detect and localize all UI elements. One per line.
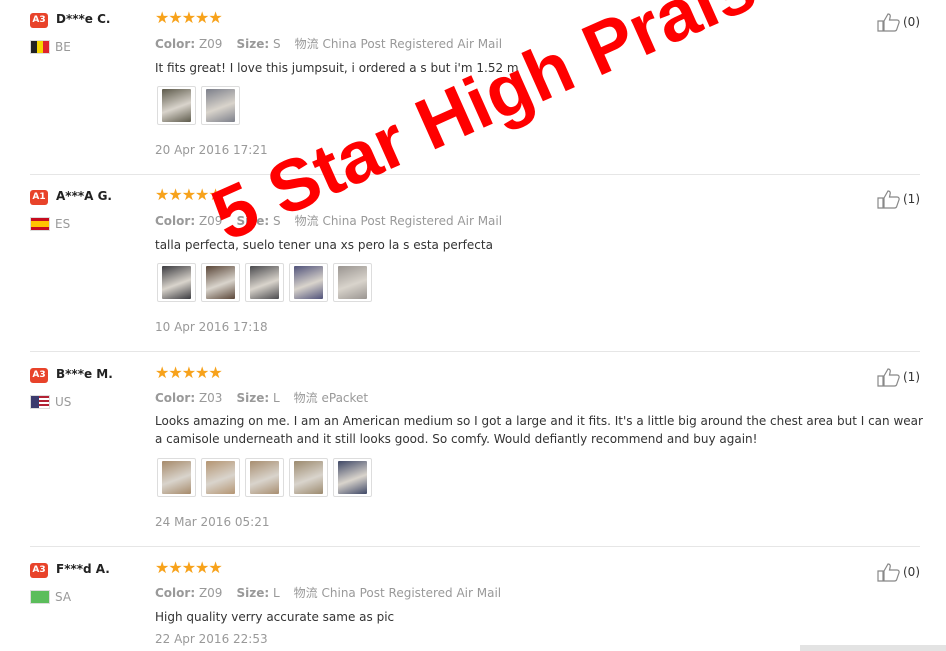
photo-image: [206, 89, 235, 122]
photo-image: [250, 266, 279, 299]
photo-list: [157, 86, 240, 125]
like-button[interactable]: (0): [877, 12, 920, 32]
review-photo-thumbnail[interactable]: [201, 86, 240, 125]
photo-image: [338, 461, 367, 494]
buyer-name: B***e M.: [56, 367, 113, 381]
review-date: 10 Apr 2016 17:18: [155, 320, 268, 334]
color-value: Z09: [198, 214, 223, 228]
review-photo-thumbnail[interactable]: [333, 263, 372, 302]
review-text: It fits great! I love this jumpsuit, i o…: [155, 61, 519, 75]
color-label: Color:: [155, 214, 196, 228]
thumbs-up-icon: [877, 368, 900, 387]
thumbs-up-icon: [877, 563, 900, 582]
order-info: Color: Z09 Size: L 物流 China Post Registere…: [155, 584, 501, 601]
review-text: Looks amazing on me. I am an American me…: [155, 414, 923, 446]
size-value: L: [272, 586, 280, 600]
review-photo-thumbnail[interactable]: [289, 263, 328, 302]
shipping-label: 物流: [293, 586, 318, 600]
buyer-name: A***A G.: [56, 189, 112, 203]
order-info: Color: Z03 Size: L 物流 ePacket: [155, 389, 368, 406]
review-text: High quality verry accurate same as pic: [155, 610, 395, 624]
photo-image: [250, 461, 279, 494]
shipping-label: 物流: [294, 214, 319, 228]
size-label: Size:: [236, 391, 270, 405]
size-label: Size:: [236, 214, 270, 228]
star-rating: ★★★★★: [155, 10, 223, 27]
color-value: Z03: [198, 391, 223, 405]
thumbs-up-icon: [877, 190, 900, 209]
like-count: (0): [903, 565, 920, 579]
buyer-level-badge: A3: [30, 563, 48, 578]
buyer-country: US: [55, 395, 72, 409]
like-button[interactable]: (1): [877, 189, 920, 209]
review-photo-thumbnail[interactable]: [245, 458, 284, 497]
size-label: Size:: [236, 37, 270, 51]
review-date: 24 Mar 2016 05:21: [155, 515, 270, 529]
size-value: S: [272, 214, 281, 228]
shipping-value: China Post Registered Air Mail: [322, 37, 503, 51]
star-rating: ★★★★★: [155, 187, 223, 204]
review-photo-thumbnail[interactable]: [157, 86, 196, 125]
review-photo-thumbnail[interactable]: [245, 263, 284, 302]
scrollbar[interactable]: [800, 645, 946, 651]
thumbs-up-icon: [877, 13, 900, 32]
color-label: Color:: [155, 37, 196, 51]
like-count: (1): [903, 370, 920, 384]
like-count: (0): [903, 15, 920, 29]
color-value: Z09: [198, 586, 223, 600]
review-date: 20 Apr 2016 17:21: [155, 143, 268, 157]
size-value: L: [272, 391, 280, 405]
photo-list: [157, 458, 372, 497]
photo-image: [294, 461, 323, 494]
photo-image: [162, 461, 191, 494]
photo-list: [157, 263, 372, 302]
sa-flag-icon: [30, 590, 50, 604]
review-date: 22 Apr 2016 22:53: [155, 632, 268, 646]
review-divider: [30, 351, 920, 352]
review-photo-thumbnail[interactable]: [157, 263, 196, 302]
review-text: talla perfecta, suelo tener una xs pero …: [155, 238, 493, 252]
buyer-country: BE: [55, 40, 71, 54]
buyer-level-badge: A3: [30, 13, 48, 28]
buyer-level-badge: A1: [30, 190, 48, 205]
review-photo-thumbnail[interactable]: [157, 458, 196, 497]
color-value: Z09: [198, 37, 223, 51]
like-count: (1): [903, 192, 920, 206]
order-info: Color: Z09 Size: S 物流 China Post Registere…: [155, 212, 502, 229]
like-button[interactable]: (1): [877, 367, 920, 387]
color-label: Color:: [155, 586, 196, 600]
photo-image: [338, 266, 367, 299]
be-flag-icon: [30, 40, 50, 54]
photo-image: [162, 89, 191, 122]
review-photo-thumbnail[interactable]: [289, 458, 328, 497]
shipping-label: 物流: [293, 391, 318, 405]
photo-image: [294, 266, 323, 299]
color-label: Color:: [155, 391, 196, 405]
review-divider: [30, 174, 920, 175]
shipping-value: ePacket: [321, 391, 369, 405]
review-photo-thumbnail[interactable]: [201, 263, 240, 302]
size-label: Size:: [236, 586, 270, 600]
review-divider: [30, 546, 920, 547]
es-flag-icon: [30, 217, 50, 231]
star-rating: ★★★★★: [155, 560, 223, 577]
review-photo-thumbnail[interactable]: [201, 458, 240, 497]
us-flag-icon: [30, 395, 50, 409]
size-value: S: [272, 37, 281, 51]
buyer-level-badge: A3: [30, 368, 48, 383]
shipping-value: China Post Registered Air Mail: [322, 214, 503, 228]
star-rating: ★★★★★: [155, 365, 223, 382]
buyer-country: ES: [55, 217, 71, 231]
buyer-country: SA: [55, 590, 72, 604]
photo-image: [162, 266, 191, 299]
photo-image: [206, 461, 235, 494]
order-info: Color: Z09 Size: S 物流 China Post Registere…: [155, 35, 502, 52]
review-photo-thumbnail[interactable]: [333, 458, 372, 497]
shipping-value: China Post Registered Air Mail: [321, 586, 502, 600]
buyer-name: F***d A.: [56, 562, 110, 576]
shipping-label: 物流: [294, 37, 319, 51]
photo-image: [206, 266, 235, 299]
like-button[interactable]: (0): [877, 562, 920, 582]
buyer-name: D***e C.: [56, 12, 111, 26]
